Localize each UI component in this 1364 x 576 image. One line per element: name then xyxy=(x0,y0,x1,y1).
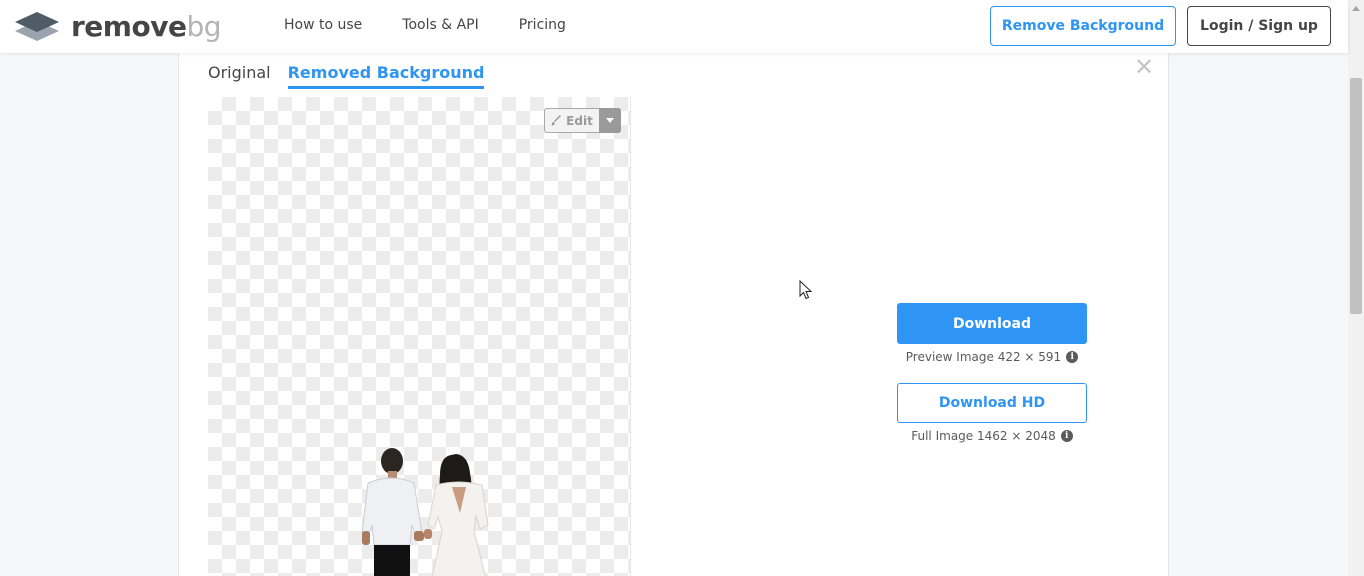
edit-label: Edit xyxy=(566,113,593,128)
edit-dropdown-toggle[interactable] xyxy=(599,108,621,133)
brush-icon xyxy=(551,115,562,126)
result-card: Original Removed Background ✕ Edit Downl… xyxy=(178,53,1169,576)
edit-button-group: Edit xyxy=(544,108,621,133)
main-nav: How to use Tools & API Pricing xyxy=(284,17,566,33)
nav-how-to-use[interactable]: How to use xyxy=(284,17,362,33)
scroll-thumb[interactable] xyxy=(1350,78,1362,314)
view-tabs: Original Removed Background xyxy=(208,63,485,89)
preview-image-size-text: Preview Image 422 × 591 xyxy=(905,350,1062,364)
edit-button[interactable]: Edit xyxy=(544,108,599,133)
full-image-info: Full Image 1462 × 2048 i xyxy=(897,429,1087,443)
logo-layers-icon xyxy=(15,12,59,41)
preview-image-info: Preview Image 422 × 591 i xyxy=(897,350,1087,364)
info-icon[interactable]: i xyxy=(1066,351,1079,363)
scroll-up-arrow-icon[interactable] xyxy=(1352,6,1360,11)
page-scrollbar[interactable] xyxy=(1348,0,1364,576)
info-icon[interactable]: i xyxy=(1060,430,1073,442)
close-icon[interactable]: ✕ xyxy=(1134,55,1154,79)
tab-original[interactable]: Original xyxy=(208,63,271,89)
full-image-size-text: Full Image 1462 × 2048 xyxy=(911,429,1056,443)
couple-cutout-image xyxy=(361,448,489,576)
logo-word-bg: bg xyxy=(186,10,221,43)
result-preview-image: Edit xyxy=(208,97,631,576)
chevron-down-icon xyxy=(606,118,614,123)
remove-background-button[interactable]: Remove Background xyxy=(990,6,1176,46)
login-signup-button[interactable]: Login / Sign up xyxy=(1187,6,1331,46)
download-button[interactable]: Download xyxy=(897,303,1087,344)
mouse-cursor-icon xyxy=(799,280,813,300)
logo[interactable]: removebg xyxy=(14,9,221,45)
download-hd-button[interactable]: Download HD xyxy=(897,383,1087,423)
tab-removed-background[interactable]: Removed Background xyxy=(287,63,485,89)
logo-text: removebg xyxy=(71,13,221,41)
nav-tools-api[interactable]: Tools & API xyxy=(402,17,478,33)
nav-pricing[interactable]: Pricing xyxy=(519,17,566,33)
top-navbar: removebg How to use Tools & API Pricing … xyxy=(0,0,1348,53)
logo-word-remove: remove xyxy=(71,10,187,43)
